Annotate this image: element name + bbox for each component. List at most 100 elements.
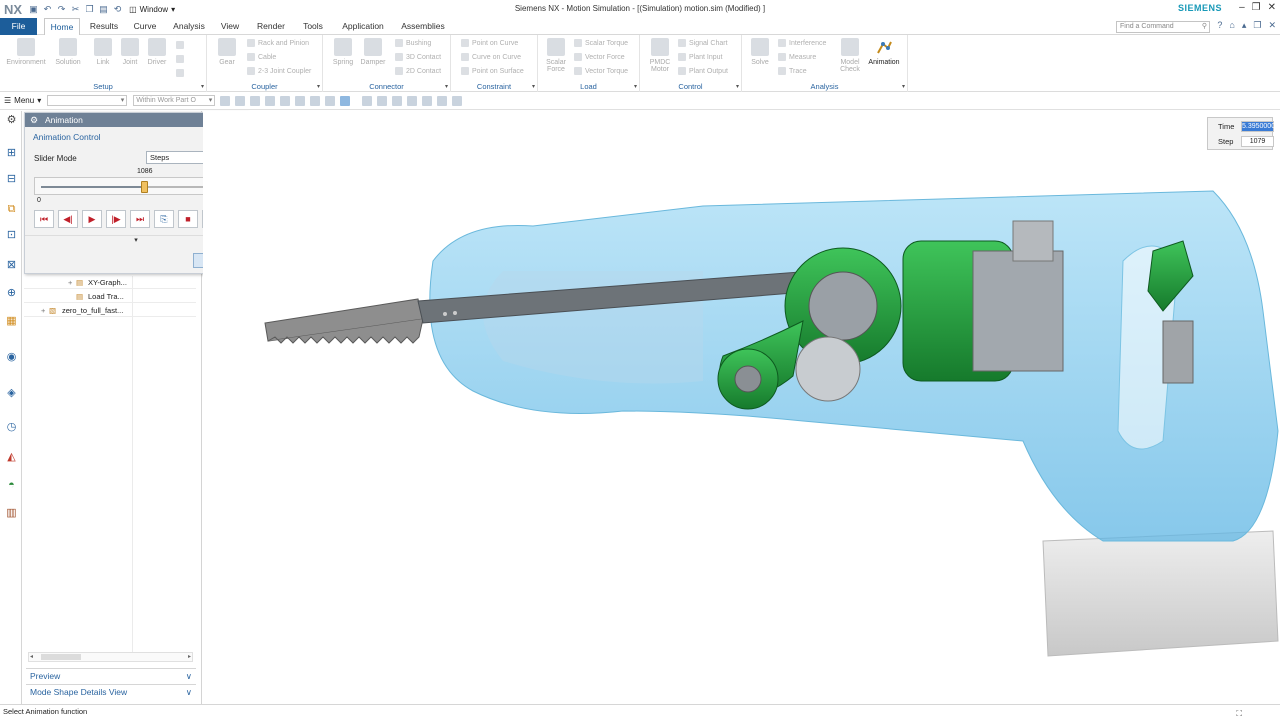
cable-button[interactable]: Cable [247,53,276,61]
history-icon[interactable]: ◉ [5,351,18,364]
spring-button[interactable]: Spring [329,38,357,66]
selection-scope-select[interactable]: Within Work Part O [133,95,216,106]
preview-section[interactable]: Preview ∨ [26,668,196,683]
tab-curve[interactable]: Curve [129,18,161,35]
slider-handle[interactable] [140,181,148,193]
window-menu[interactable]: ◫ Window ▾ [129,5,175,14]
vector-torque-button[interactable]: Vector Torque [574,67,628,75]
chevron-right-icon[interactable]: ▸ [188,653,191,660]
scalar-torque-button[interactable]: Scalar Torque [574,39,628,47]
rack-and-pinion-button[interactable]: Rack and Pinion [247,39,309,47]
stop-button[interactable]: ■ [178,210,198,228]
expand-icon[interactable]: + [41,304,45,317]
fullscreen-icon[interactable]: ⛶ [1236,707,1242,721]
tab-results[interactable]: Results [86,18,122,35]
filter-icon[interactable] [295,95,306,106]
point-on-surface-button[interactable]: Point on Surface [461,67,524,75]
measure-button[interactable]: Measure [778,53,816,61]
constraint-navigator-icon[interactable]: ⧉ [5,203,18,216]
contact-3d-button[interactable]: 3D Contact [395,53,441,61]
chevron-down-icon[interactable]: ▾ [736,83,739,90]
render-style-icon[interactable] [422,95,433,106]
solve-button[interactable]: Solve [746,38,774,66]
marker-button[interactable] [176,41,184,49]
go-to-start-button[interactable]: ⏮ [34,210,54,228]
redo-icon[interactable]: ↷ [56,4,67,15]
driver-button[interactable]: Driver [143,38,171,66]
gear-button[interactable]: Gear [213,38,241,66]
model-check-button[interactable]: Model Check [836,38,864,73]
point-on-curve-button[interactable]: Point on Curve [461,39,518,47]
chevron-left-icon[interactable]: ◂ [30,653,33,660]
reuse-library-icon[interactable]: ⊠ [5,259,18,272]
settings-icon[interactable]: ⚙ [5,114,18,127]
go-to-end-button[interactable]: ⏭ [130,210,150,228]
tree-row-load-transfer[interactable]: ▤ Load Tra... [24,290,196,303]
plant-input-button[interactable]: Plant Input [678,53,722,61]
horizontal-scrollbar[interactable]: ◂ ▸ [28,652,193,662]
work-layer-icon[interactable] [340,95,351,106]
close-icon[interactable]: ✕ [1268,2,1276,13]
chevron-down-icon[interactable]: ▾ [902,83,905,90]
play-button[interactable]: ▶ [82,210,102,228]
motion-navigator-icon[interactable]: ⊡ [5,229,18,242]
home-icon[interactable]: ⌂ [1229,20,1234,31]
system-materials-icon[interactable]: ◈ [5,387,18,400]
restore-icon[interactable]: ❐ [1252,2,1261,13]
rotate-icon[interactable] [392,95,403,106]
sensor-button[interactable] [176,69,184,77]
trace-button[interactable]: Trace [778,67,807,75]
chevron-down-icon[interactable]: ▾ [201,83,204,90]
bushing-button[interactable]: Bushing [395,39,431,47]
interference-button[interactable]: Interference [778,39,826,47]
time-field[interactable]: 5.3950000 [1241,121,1275,132]
joint-coupler-button[interactable]: 2-3 Joint Coupler [247,67,311,75]
pmdc-motor-button[interactable]: PMDC Motor [646,38,674,73]
export-button[interactable]: ⎘ [154,210,174,228]
tab-analysis[interactable]: Analysis [169,18,209,35]
scrollbar-thumb[interactable] [41,654,81,660]
chevron-down-icon[interactable]: ▾ [317,83,320,90]
show-hide-icon[interactable] [325,95,336,106]
curve-on-curve-button[interactable]: Curve on Curve [461,53,521,61]
solution-button[interactable]: Solution [54,38,82,66]
journal-icon[interactable]: ▥ [5,507,18,520]
minimize-icon[interactable]: – [1239,2,1245,13]
step-back-button[interactable]: ◀| [58,210,78,228]
part-navigator-icon[interactable]: ⊞ [5,147,18,160]
tree-row-xy-graph[interactable]: + ▤ XY-Graph... [24,276,196,289]
close-icon[interactable]: ✕ [1268,20,1276,31]
animation-button[interactable]: Animation [864,38,904,66]
repeat-command-icon[interactable]: ⟲ [112,4,123,15]
web-browser-icon[interactable]: ▦ [5,315,18,328]
plant-output-button[interactable]: Plant Output [678,67,728,75]
hd3d-tools-icon[interactable]: ⊕ [5,287,18,300]
tab-tools[interactable]: Tools [298,18,328,35]
find-command-input[interactable]: Find a Command ⚲ [1116,21,1210,33]
tab-home[interactable]: Home [44,18,80,36]
expand-icon[interactable]: + [68,276,72,289]
roles-icon[interactable]: ◓ [5,479,18,492]
tab-file[interactable]: File [0,18,37,35]
contact-2d-button[interactable]: 2D Contact [395,67,441,75]
tab-render[interactable]: Render [252,18,290,35]
box-select-icon[interactable] [310,95,321,106]
tree-row-solution[interactable]: + ▧ zero_to_full_fast... [24,304,196,317]
select-icon[interactable] [220,95,231,106]
mode-shape-details-section[interactable]: Mode Shape Details View ∨ [26,684,196,699]
step-forward-button[interactable]: |▶ [106,210,126,228]
cut-icon[interactable]: ✂ [70,4,81,15]
scalar-force-button[interactable]: Scalar Force [542,38,570,73]
paste-icon[interactable]: ▤ [98,4,109,15]
minimize-ribbon-icon[interactable]: ▴ [1242,20,1247,31]
snap-point-icon[interactable] [235,95,246,106]
damper-button[interactable]: Damper [359,38,387,66]
snap-midpoint-icon[interactable] [265,95,276,106]
environment-button[interactable]: Environment [4,38,48,66]
orient-view-icon[interactable] [407,95,418,106]
edit-section-icon[interactable] [437,95,448,106]
copy-icon[interactable]: ❐ [84,4,95,15]
chevron-down-icon[interactable]: ▾ [634,83,637,90]
vector-force-button[interactable]: Vector Force [574,53,625,61]
constraint-button[interactable] [176,55,184,63]
